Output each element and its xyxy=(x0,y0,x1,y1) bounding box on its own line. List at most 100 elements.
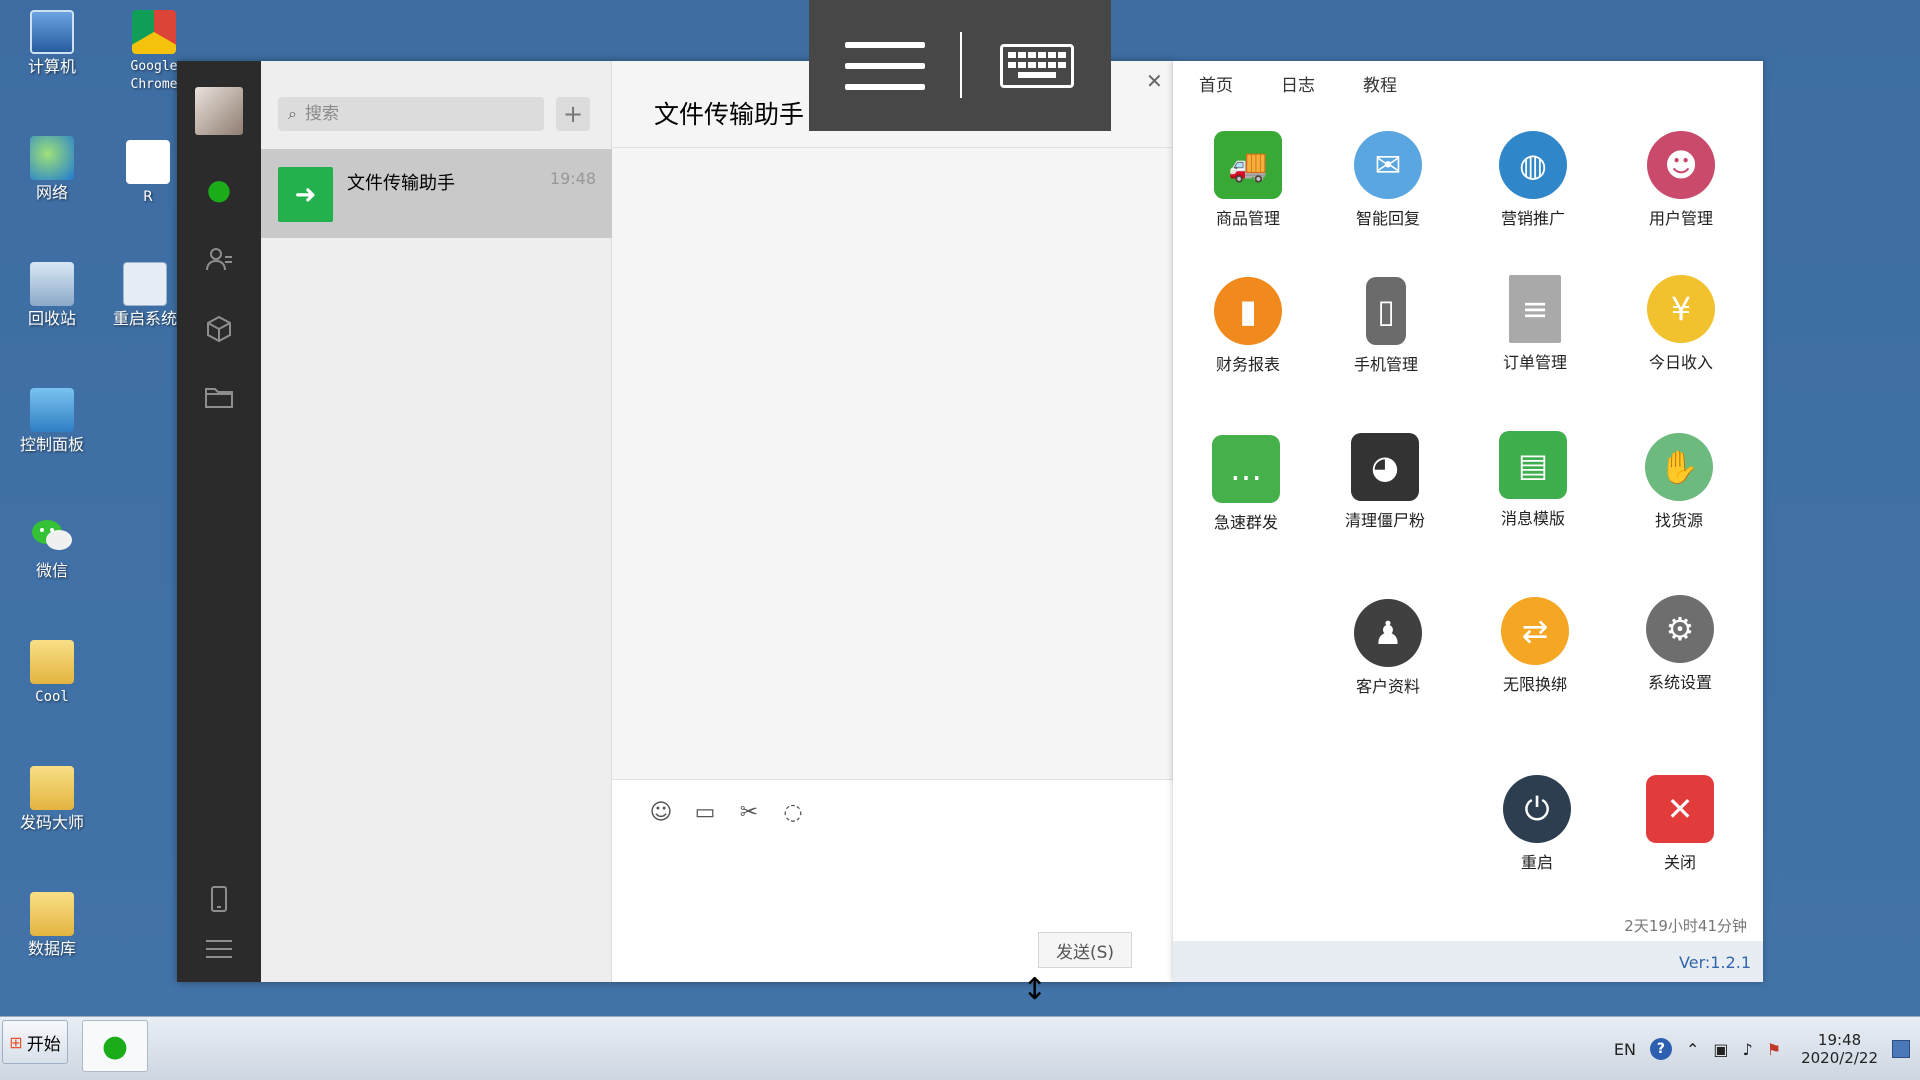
hamburger-menu-icon[interactable] xyxy=(845,42,925,90)
close-icon[interactable]: ✕ xyxy=(1146,69,1163,93)
chat-history-icon[interactable]: ◌ xyxy=(780,800,806,825)
recycle-bin-icon xyxy=(30,262,74,306)
restart-system-icon xyxy=(123,262,167,306)
list-item[interactable]: ➜ 文件传输助手 19:48 xyxy=(261,149,612,238)
desktop-icon-control-panel[interactable]: 控制面板 xyxy=(2,388,102,454)
customer-icon: ♟ xyxy=(1354,599,1422,667)
tile-restart[interactable]: ⏻ 重启 xyxy=(1482,775,1592,873)
chat-item-time: 19:48 xyxy=(549,169,596,188)
taskbar-wechat-button[interactable]: ● xyxy=(82,1020,148,1072)
flag-alert-icon[interactable]: ⚑ xyxy=(1767,1040,1781,1059)
truck-icon: 🚚 xyxy=(1214,131,1282,199)
tile-label: 手机管理 xyxy=(1353,355,1418,374)
cube-icon[interactable] xyxy=(203,313,235,345)
search-box[interactable]: ⌕ xyxy=(278,97,544,131)
wechat-icon: ● xyxy=(101,1028,129,1064)
tile-order-management[interactable]: ≡ 订单管理 xyxy=(1480,275,1590,373)
language-indicator[interactable]: EN xyxy=(1614,1040,1636,1059)
scissors-icon[interactable]: ✂ xyxy=(736,800,762,825)
start-button[interactable]: ⊞ 开始 xyxy=(2,1020,68,1064)
tile-label: 用户管理 xyxy=(1648,209,1713,228)
tab-tutorial[interactable]: 教程 xyxy=(1363,71,1397,96)
computer-icon xyxy=(30,10,74,54)
tile-mass-send[interactable]: … 急速群发 xyxy=(1191,435,1301,533)
tab-log[interactable]: 日志 xyxy=(1281,71,1315,96)
desktop-icon-r[interactable]: R xyxy=(108,140,188,206)
volume-icon[interactable]: ♪ xyxy=(1743,1040,1753,1059)
phone-icon: ▯ xyxy=(1366,277,1406,345)
envelope-icon: ✉ xyxy=(1354,131,1422,199)
tile-label: 订单管理 xyxy=(1502,353,1567,372)
contacts-icon[interactable] xyxy=(203,243,235,275)
desktop-icon-label: 回收站 xyxy=(27,309,76,328)
search-icon: ⌕ xyxy=(288,104,297,123)
tile-label: 急速群发 xyxy=(1213,513,1278,532)
tile-close[interactable]: ✕ 关闭 xyxy=(1625,775,1735,873)
wechat-window: ● ⌕ + ➜ 文件传输助手 19:48 文件传输助手 ◻ ✕ xyxy=(177,61,1173,982)
network-icon[interactable]: ▣ xyxy=(1713,1040,1728,1059)
tile-message-template[interactable]: ▤ 消息模版 xyxy=(1478,431,1588,529)
network-icon xyxy=(30,136,74,180)
desktop-icon-famadashi[interactable]: 发码大师 xyxy=(2,766,102,832)
emoji-icon[interactable]: ☺ xyxy=(648,800,674,825)
help-icon[interactable]: ? xyxy=(1649,1038,1672,1060)
tray-expand-icon[interactable]: ⌃ xyxy=(1686,1040,1699,1059)
message-composer[interactable]: ☺ ▭ ✂ ◌ 发送(S) xyxy=(612,779,1173,982)
show-desktop-button[interactable] xyxy=(1892,1040,1910,1058)
desktop-icon-network[interactable]: 网络 xyxy=(2,136,102,202)
tile-unlimited-rebind[interactable]: ⇄ 无限换绑 xyxy=(1480,597,1590,695)
overlay-divider xyxy=(960,32,962,98)
version-label: Ver:1.2.1 xyxy=(1679,953,1751,972)
chart-icon: ▮ xyxy=(1214,277,1282,345)
tile-label: 今日收入 xyxy=(1648,353,1713,372)
tile-system-settings[interactable]: ⚙ 系统设置 xyxy=(1625,595,1735,693)
tile-smart-reply[interactable]: ✉ 智能回复 xyxy=(1333,131,1443,229)
globe-icon: ◍ xyxy=(1499,131,1567,199)
desktop-icon-recycle-bin[interactable]: 回收站 xyxy=(2,262,102,328)
tile-label: 清理僵尸粉 xyxy=(1344,511,1425,530)
tab-home[interactable]: 首页 xyxy=(1199,71,1233,96)
desktop-icon-database[interactable]: 数据库 xyxy=(2,892,102,958)
windows-flag-icon: ⊞ xyxy=(9,1032,23,1052)
chat-main-panel: 文件传输助手 ◻ ✕ ☺ ▭ ✂ ◌ 发送(S) xyxy=(612,61,1173,982)
tile-find-supply[interactable]: ✋ 找货源 xyxy=(1624,433,1734,531)
tile-clean-zombie-fans[interactable]: ◕ 清理僵尸粉 xyxy=(1330,433,1440,531)
folder-icon xyxy=(30,766,74,810)
add-button[interactable]: + xyxy=(556,97,590,131)
search-input[interactable] xyxy=(304,104,505,124)
desktop-icon-label: Cool xyxy=(35,689,69,705)
handshake-icon: ✋ xyxy=(1645,433,1713,501)
desktop-icon-wechat[interactable]: 微信 xyxy=(2,514,102,580)
power-icon: ⏻ xyxy=(1503,775,1571,843)
desktop-icon-cool[interactable]: Cool xyxy=(2,640,102,706)
tile-today-income[interactable]: ¥ 今日收入 xyxy=(1626,275,1736,373)
uptime-text: 2天19小时41分钟 xyxy=(1624,917,1747,935)
desktop-icon-computer[interactable]: 计算机 xyxy=(2,10,102,76)
clock[interactable]: 19:48 2020/2/22 xyxy=(1801,1031,1878,1067)
chat-list-panel: ⌕ + ➜ 文件传输助手 19:48 xyxy=(261,61,612,982)
keyboard-icon[interactable] xyxy=(1000,44,1074,88)
avatar[interactable] xyxy=(195,87,243,135)
folder-icon[interactable] xyxy=(203,381,235,413)
phone-icon[interactable] xyxy=(203,883,235,915)
folder-icon[interactable]: ▭ xyxy=(692,800,718,825)
tile-label: 营销推广 xyxy=(1500,209,1565,228)
send-button[interactable]: 发送(S) xyxy=(1038,932,1132,968)
tile-phone-management[interactable]: ▯ 手机管理 xyxy=(1331,277,1441,375)
folder-icon xyxy=(30,640,74,684)
tile-user-management[interactable]: ☻ 用户管理 xyxy=(1626,131,1736,229)
tile-label: 客户资料 xyxy=(1355,677,1420,696)
tile-financial-report[interactable]: ▮ 财务报表 xyxy=(1193,277,1303,375)
desktop-icon-label: 数据库 xyxy=(27,939,76,958)
tile-product-management[interactable]: 🚚 商品管理 xyxy=(1193,131,1303,229)
tile-label: 重启 xyxy=(1520,853,1553,872)
tile-label: 智能回复 xyxy=(1355,209,1420,228)
tile-marketing[interactable]: ◍ 营销推广 xyxy=(1478,131,1588,229)
menu-icon[interactable] xyxy=(203,933,235,965)
desktop-icon-label: 控制面板 xyxy=(19,435,84,454)
chat-icon[interactable]: ● xyxy=(203,173,235,206)
tile-customer-info[interactable]: ♟ 客户资料 xyxy=(1333,599,1443,697)
wechat-nav-bar: ● xyxy=(177,61,261,982)
composer-toolbar: ☺ ▭ ✂ ◌ xyxy=(648,800,806,825)
clock-time: 19:48 xyxy=(1817,1031,1862,1049)
